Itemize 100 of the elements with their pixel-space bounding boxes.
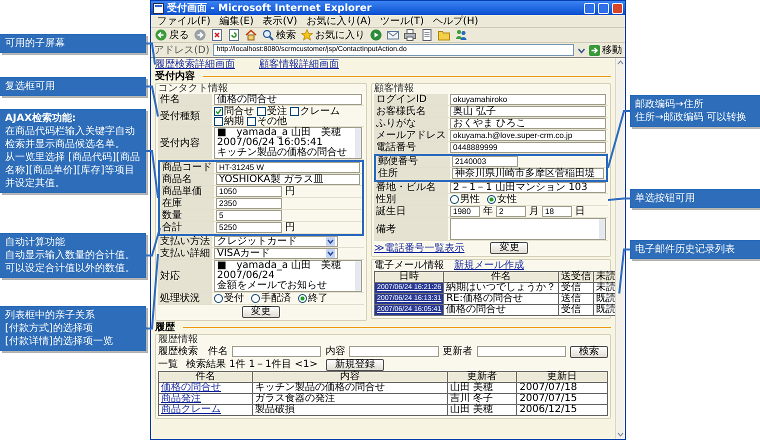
table-cell: キッチン製品の価格の問合せ — [252, 382, 448, 394]
field-label: 商品単価 — [160, 186, 214, 197]
page-link[interactable]: 新規メール作成 — [454, 260, 524, 271]
field-label: 更新者 — [442, 346, 473, 357]
text-field[interactable]: 2 — [496, 206, 526, 217]
scroll-down-icon[interactable] — [616, 430, 625, 439]
menu-item[interactable]: 表示(V) — [262, 16, 298, 26]
dropdown[interactable]: VISAカード — [214, 248, 338, 259]
table-link[interactable]: 価格の問合せ — [158, 382, 252, 394]
mail-icon[interactable] — [387, 29, 399, 41]
column-header: 内容 — [252, 372, 448, 382]
scroll-up-icon[interactable] — [616, 58, 625, 67]
menu-item[interactable]: ヘルプ(H) — [432, 16, 478, 26]
document-icon[interactable] — [421, 29, 433, 41]
dropdown-arrow-icon[interactable] — [326, 249, 335, 258]
menu-item[interactable]: お気に入り(A) — [306, 16, 371, 26]
checkbox[interactable]: 納期 — [214, 116, 244, 126]
maximize-button[interactable] — [598, 2, 609, 14]
text-field[interactable]: 神奈川県川崎市多摩区菅稲田堤 — [452, 168, 604, 179]
table-link[interactable]: 商品クレーム — [158, 404, 252, 416]
text-area[interactable] — [450, 218, 606, 240]
text-field[interactable]: 1050 — [216, 186, 282, 197]
text-field[interactable]: 価格の問合せ — [214, 94, 362, 105]
minimize-button[interactable] — [584, 2, 595, 14]
text-field[interactable]: okuyama.h@love.super-crm.co.jp — [450, 130, 606, 141]
change-button[interactable]: 変更 — [490, 242, 528, 254]
radio-icon[interactable] — [214, 294, 223, 303]
menu-item[interactable]: ファイル(F) — [157, 16, 211, 26]
text-area[interactable]: ■ yamada_a 山田 美穂 2007/06/24 16:05:41 キッチン製品の価格の問合せ — [214, 127, 362, 159]
dropdown[interactable]: クレジットカード — [214, 236, 338, 247]
checkbox[interactable]: その他 — [247, 116, 287, 126]
checkbox-icon[interactable] — [214, 116, 223, 126]
checkbox[interactable]: クレーム — [290, 106, 340, 116]
radio-icon[interactable] — [251, 294, 260, 303]
close-button[interactable] — [612, 2, 623, 14]
unit-label: 円 — [285, 186, 295, 197]
radio-button[interactable]: 女性 — [487, 194, 517, 204]
text-field[interactable] — [476, 346, 566, 357]
search-button[interactable]: 検索 — [570, 346, 608, 358]
text-field[interactable]: 奥山 弘子 — [450, 106, 606, 117]
checkbox[interactable]: 受注 — [257, 106, 287, 116]
table-cell: 2006/12/15 — [516, 404, 608, 416]
menu-item[interactable]: 編集(E) — [220, 16, 254, 26]
search-button[interactable]: 検索 — [262, 29, 296, 41]
printer-icon[interactable] — [404, 29, 416, 41]
radio-button[interactable]: 手配済 — [251, 294, 291, 304]
text-field[interactable] — [349, 346, 439, 357]
radio-icon[interactable] — [298, 294, 307, 303]
people-icon[interactable] — [455, 29, 467, 41]
radio-button[interactable]: 男性 — [450, 194, 480, 204]
result-count: 検索結果 1件 1－1件目 <1> — [186, 359, 318, 370]
checkbox-icon[interactable] — [290, 106, 299, 116]
refresh-icon[interactable] — [228, 29, 240, 41]
forward-icon[interactable] — [194, 29, 206, 41]
dropdown-arrow-icon[interactable] — [326, 237, 335, 246]
callout-text: 自动计算功能 自动显示输入数量的合计值。 可以设定合计值以外的数值。 — [5, 237, 135, 274]
text-field[interactable]: 0448889999 — [450, 142, 606, 153]
arrow-icon[interactable] — [589, 44, 600, 56]
text-field[interactable]: おくやま ひろこ — [450, 118, 606, 129]
page-link[interactable]: 履歴検索詳細画面 — [155, 59, 235, 70]
star-icon[interactable] — [301, 29, 313, 41]
field-label: ログインID — [374, 94, 448, 105]
new-button[interactable]: 新規登録 — [326, 358, 384, 370]
page-link[interactable]: 顧客情報詳細画面 — [259, 59, 339, 70]
back-icon[interactable] — [155, 29, 167, 41]
radio-button[interactable]: 終了 — [298, 294, 328, 304]
text-field[interactable]: 5250 — [216, 222, 282, 233]
checkbox-icon[interactable] — [257, 106, 266, 116]
radio-icon[interactable] — [487, 195, 496, 204]
text-field[interactable]: 5 — [216, 210, 282, 221]
table-cell: 2007/07/15 — [516, 394, 608, 404]
text-field[interactable]: 2350 — [216, 198, 282, 209]
favorites-button[interactable]: お気に入り — [301, 29, 365, 41]
text-field[interactable]: 2－1－1 山田マンション 103 — [450, 182, 606, 193]
menu-item[interactable]: ツール(T) — [380, 16, 424, 26]
text-field[interactable]: HT-31245 W — [216, 162, 360, 173]
text-field[interactable]: 18 — [542, 206, 572, 217]
folder-icon[interactable] — [438, 29, 450, 41]
checkbox-icon[interactable] — [214, 106, 223, 116]
search-icon[interactable] — [262, 29, 274, 41]
radio-icon[interactable] — [450, 195, 459, 204]
text-area[interactable]: ■ yamada_a 山田 美穂 2007/06/24 金額をメールでお知らせ — [214, 260, 362, 292]
back-button[interactable]: 戻る — [155, 29, 189, 41]
media-icon[interactable] — [370, 29, 382, 41]
page-link[interactable]: ≫電話番号一覧表示 — [374, 242, 464, 254]
text-field[interactable] — [232, 346, 322, 357]
radio-button[interactable]: 受付 — [214, 294, 244, 304]
table-link[interactable]: 商品発注 — [158, 394, 252, 404]
home-icon[interactable] — [245, 29, 257, 41]
checkbox-icon[interactable] — [247, 116, 256, 126]
go-button[interactable]: 移動 — [589, 44, 622, 56]
stop-icon[interactable] — [211, 29, 223, 41]
text-field[interactable]: 1980 — [450, 206, 480, 217]
text-field[interactable]: YOSHIOKA製 ガラス皿 — [216, 174, 360, 185]
text-field[interactable]: okuyamahiroko — [450, 94, 606, 105]
scrollbar[interactable] — [615, 58, 625, 439]
text-field[interactable]: 2140003 — [452, 156, 518, 167]
checkbox[interactable]: 問合せ — [214, 106, 254, 116]
change-button[interactable]: 変更 — [242, 306, 280, 318]
table-cell: 製品破損 — [252, 404, 448, 416]
